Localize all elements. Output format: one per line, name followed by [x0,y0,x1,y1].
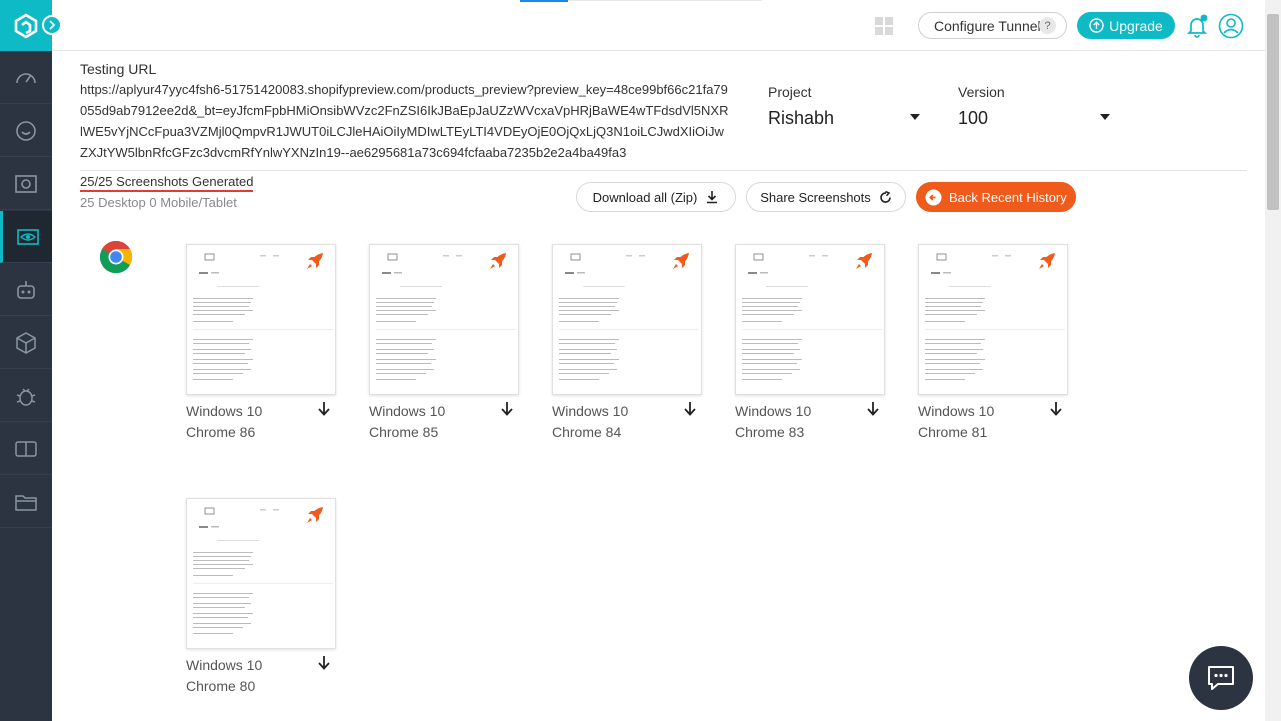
box-icon [16,331,36,354]
chat-icon [1208,666,1234,690]
apps-grid-icon[interactable] [875,17,893,40]
bot-icon [17,280,35,299]
download-all-button[interactable]: Download all (Zip) [576,182,736,212]
download-icon[interactable] [317,655,331,671]
screenshot-card[interactable]: Windows 10 Chrome 86 [186,244,336,440]
back-recent-history-button[interactable]: Back Recent History [916,182,1076,212]
version-label: Version [958,84,1005,100]
download-icon[interactable] [683,401,697,417]
sidebar-item-bug[interactable] [0,370,52,422]
screenshot-thumbnail[interactable] [735,244,885,395]
caret-down-icon [1100,114,1110,120]
chevron-right-icon [49,20,56,30]
screenshot-browser: Chrome 81 [918,424,988,440]
download-icon [707,191,718,204]
screenshot-browser: Chrome 85 [369,424,439,440]
upgrade-label: Upgrade [1109,17,1163,34]
bug-icon [16,387,36,406]
notification-bell-icon[interactable] [1185,14,1209,43]
dashboard-icon [16,72,36,83]
sidebar-item-visual-ui[interactable] [0,211,52,263]
screenshot-thumbnail[interactable] [369,244,519,395]
share-screenshots-button[interactable]: Share Screenshots [746,182,906,212]
screenshot-os: Windows 10 [186,403,263,419]
screenshot-thumbnail[interactable] [918,244,1068,395]
screenshot-os: Windows 10 [369,403,446,419]
rocket-icon [490,253,506,269]
screenshot-card[interactable]: Windows 10 Chrome 84 [552,244,702,440]
screenshot-card[interactable]: Windows 10 Chrome 81 [918,244,1068,440]
chrome-browser-icon [99,240,133,274]
rocket-icon [307,507,323,523]
screenshot-browser: Chrome 80 [186,678,256,694]
chat-widget-button[interactable] [1189,646,1253,710]
tab-indicator [520,0,568,2]
project-value: Rishabh [768,108,835,128]
download-icon[interactable] [500,401,514,417]
project-select[interactable]: Rishabh [768,108,920,129]
sidebar-item-dashboard[interactable] [0,52,52,104]
caret-down-icon [910,114,920,120]
sidebar-item-realtime[interactable] [0,105,52,157]
screenshot-browser: Chrome 86 [186,424,256,440]
screenshot-os: Windows 10 [735,403,812,419]
logo-icon [14,12,38,39]
arrow-up-circle-icon [1089,18,1104,33]
screenshot-card[interactable]: Windows 10 Chrome 85 [369,244,519,440]
version-select[interactable]: 100 [958,108,1110,129]
download-icon[interactable] [317,401,331,417]
back-recent-history-label: Back Recent History [949,189,1067,205]
testing-url-label: Testing URL [80,61,157,77]
sidebar-item-folder[interactable] [0,476,52,528]
sidebar [0,0,52,721]
screenshot-thumbnail[interactable] [552,244,702,395]
sidebar-expand-button[interactable] [42,15,62,35]
user-avatar-icon[interactable] [1218,13,1244,44]
rocket-icon [1039,253,1055,269]
configure-tunnel-label: Configure Tunnel [934,17,1041,34]
share-screenshots-label: Share Screenshots [760,189,871,205]
sidebar-item-bot[interactable] [0,264,52,316]
arrow-left-circle-icon [925,189,942,205]
compare-icon [15,440,37,457]
section-divider [80,170,1247,171]
sidebar-item-compare[interactable] [0,423,52,475]
rocket-icon [673,253,689,269]
download-icon[interactable] [866,401,880,417]
screenshots-breakdown: 25 Desktop 0 Mobile/Tablet [80,195,237,210]
download-all-label: Download all (Zip) [592,189,698,205]
project-label: Project [768,84,812,100]
download-icon[interactable] [1049,401,1063,417]
screenshots-generated-count: 25/25 Screenshots Generated [80,174,254,192]
configure-tunnel-button[interactable]: Configure Tunnel ? [918,12,1067,39]
realtime-icon [16,120,36,141]
upgrade-button[interactable]: Upgrade [1077,12,1175,39]
screenshot-browser: Chrome 83 [735,424,805,440]
screenshot-browser: Chrome 84 [552,424,622,440]
screenshot-card[interactable]: Windows 10 Chrome 83 [735,244,885,440]
screenshot-os: Windows 10 [918,403,995,419]
sidebar-item-automation[interactable] [0,158,52,210]
screenshot-thumbnail[interactable] [186,244,336,395]
screenshot-thumbnail[interactable] [186,498,336,649]
help-icon: ? [1039,17,1056,34]
share-icon [880,190,891,203]
automation-icon [15,174,37,193]
rocket-icon [307,253,323,269]
version-value: 100 [958,108,989,128]
sidebar-item-box[interactable] [0,317,52,369]
scrollbar-thumb[interactable] [1267,14,1279,210]
rocket-icon [856,253,872,269]
visual-ui-icon [16,228,39,245]
tab-divider [568,0,762,1]
folder-icon [15,494,37,511]
screenshot-os: Windows 10 [186,657,263,673]
screenshot-card[interactable]: Windows 10 Chrome 80 [186,498,336,694]
testing-url: https://aplyur47yyc4fsh6-51751420083.sho… [80,82,729,160]
screenshot-os: Windows 10 [552,403,629,419]
